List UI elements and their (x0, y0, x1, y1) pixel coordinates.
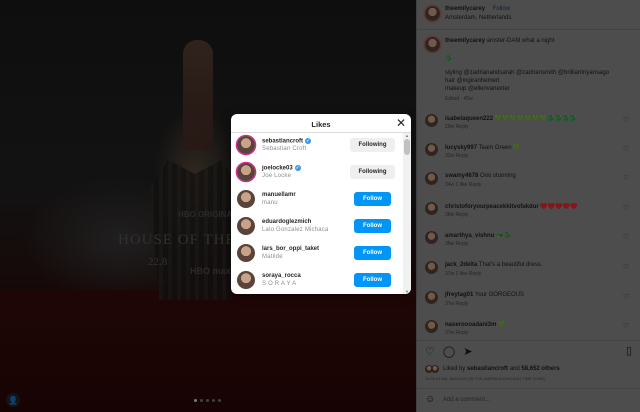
modal-header: Likes ✕ (231, 114, 411, 133)
close-icon[interactable]: ✕ (396, 116, 406, 130)
like-row: joelocke03 ✓ Joe Locke Following (231, 160, 403, 187)
follow-button[interactable]: Follow (354, 273, 391, 287)
user-avatar[interactable] (237, 136, 255, 154)
follow-button[interactable]: Follow (354, 192, 391, 206)
username-line: sebastiancroft ✓ (262, 138, 312, 145)
username[interactable]: lars_bor_oppi_taket (262, 246, 319, 252)
like-row: sebastiancroft ✓ Sebastian Croft Followin… (231, 133, 403, 160)
scroll-up-icon[interactable]: ▲ (405, 133, 409, 138)
user-avatar[interactable] (237, 244, 255, 262)
username[interactable]: sebastiancroft (262, 139, 303, 145)
username-line: joelocke03 ✓ (262, 165, 301, 172)
likes-list[interactable]: sebastiancroft ✓ Sebastian Croft Followin… (231, 133, 411, 294)
scrollbar[interactable]: ▲ ▼ (403, 133, 411, 294)
user-avatar[interactable] (237, 271, 255, 289)
fullname: Matilde (262, 254, 283, 260)
following-button[interactable]: Following (350, 165, 395, 179)
fullname: Sebastian Croft (262, 146, 307, 152)
following-button[interactable]: Following (350, 138, 395, 152)
follow-button[interactable]: Follow (354, 219, 391, 233)
follow-button[interactable]: Follow (354, 246, 391, 260)
fullname: Joe Locke (262, 173, 292, 179)
verified-icon: ✓ (294, 165, 301, 171)
username[interactable]: eduardoglezmich (262, 219, 311, 225)
fullname: Lalo Gonzalez Michaca (262, 227, 329, 233)
fullname: manu (262, 200, 278, 206)
like-row: lars_bor_oppi_taket Matilde Follow (231, 241, 403, 268)
instagram-post-viewer: HBO ORIGINAL HOUSE OF THE DRAGON 22.8 HB… (0, 0, 640, 412)
username[interactable]: manuellamr (262, 192, 296, 198)
scroll-down-icon[interactable]: ▼ (405, 289, 409, 294)
scrollbar-thumb[interactable] (404, 139, 410, 155)
fullname: S O R A Y A (262, 281, 297, 287)
user-avatar[interactable] (237, 163, 255, 181)
user-avatar[interactable] (237, 217, 255, 235)
like-row: soraya_rocca S O R A Y A Follow (231, 268, 403, 294)
user-avatar[interactable] (237, 190, 255, 208)
like-row: eduardoglezmich Lalo Gonzalez Michaca Fo… (231, 214, 403, 241)
modal-title: Likes (311, 120, 331, 129)
like-row: manuellamr manu Follow (231, 187, 403, 214)
verified-icon: ✓ (305, 138, 312, 144)
username[interactable]: soraya_rocca (262, 273, 301, 279)
username[interactable]: joelocke03 (262, 166, 293, 172)
likes-modal: Likes ✕ sebastiancroft ✓ Sebastian Croft … (231, 114, 411, 294)
